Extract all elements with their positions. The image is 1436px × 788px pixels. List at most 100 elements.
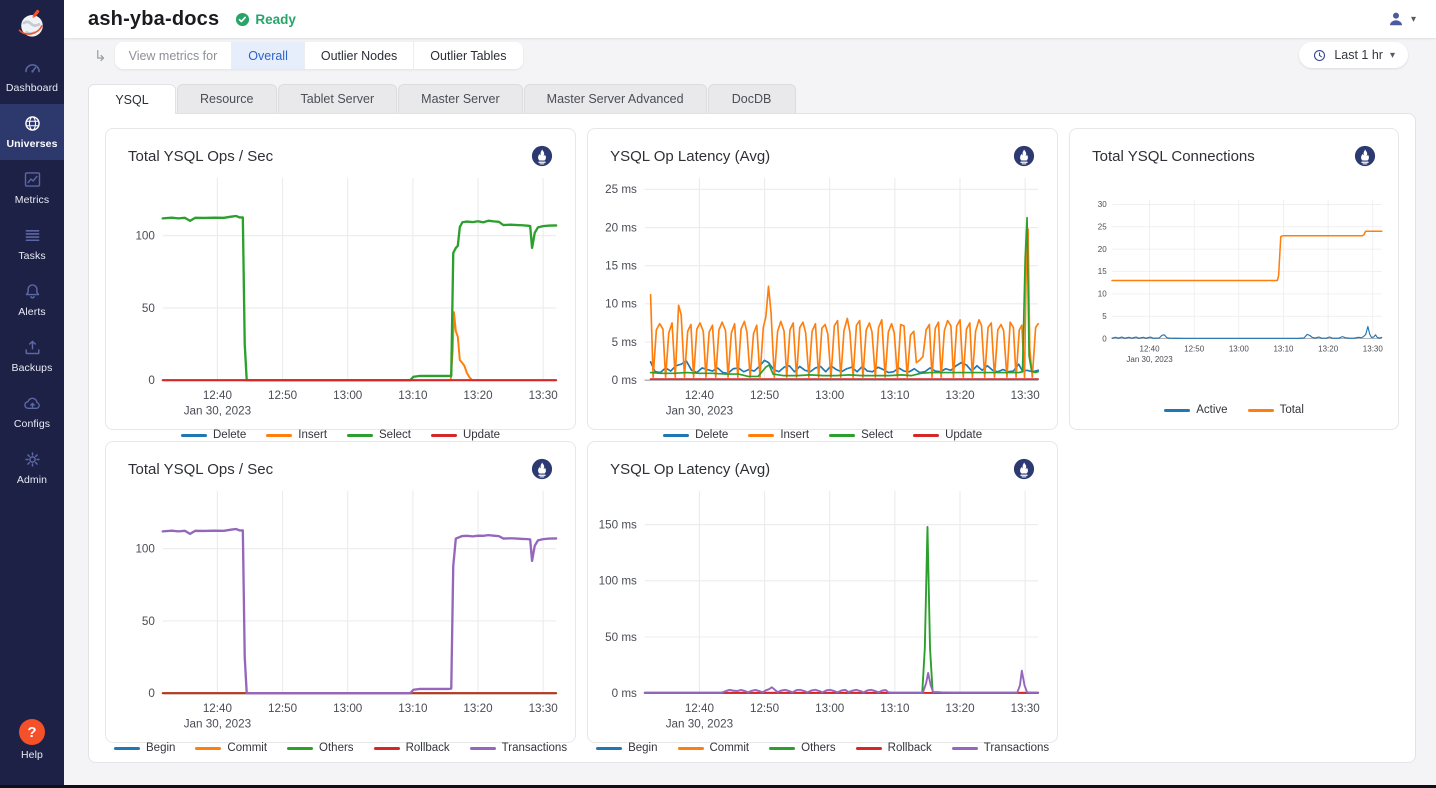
sidebar-item-universes[interactable]: Universes (0, 104, 64, 160)
chart-card-total-ysql-ops: Total YSQL Ops / Sec 12:40Jan 30, 202312… (105, 128, 576, 430)
status-badge: Ready (235, 12, 296, 27)
legend-item-update[interactable]: Update (913, 429, 982, 441)
legend-item-commit[interactable]: Commit (678, 742, 750, 754)
legend-swatch (195, 747, 221, 750)
legend-swatch (1164, 409, 1190, 412)
check-circle-icon (235, 12, 250, 27)
chart-title: YSQL Op Latency (Avg) (610, 461, 770, 478)
sidebar-item-configs[interactable]: Configs (0, 384, 64, 440)
legend-label: Transactions (502, 742, 567, 754)
sidebar-item-help[interactable]: ? Help (0, 710, 64, 771)
chart-plot[interactable]: 12:40Jan 30, 202312:5013:0013:1013:2013:… (596, 482, 1049, 742)
sidebar-item-dashboard[interactable]: Dashboard (0, 48, 64, 104)
page-title: ash-yba-docs (88, 8, 219, 31)
svg-text:13:10: 13:10 (398, 702, 428, 715)
tab-tablet-server[interactable]: Tablet Server (278, 84, 398, 113)
tab-ysql[interactable]: YSQL (88, 84, 176, 114)
svg-text:12:50: 12:50 (750, 702, 780, 715)
legend-item-total[interactable]: Total (1248, 404, 1304, 416)
tab-resource[interactable]: Resource (177, 84, 277, 113)
svg-text:0: 0 (148, 687, 155, 700)
legend-swatch (913, 434, 939, 437)
legend-item-others[interactable]: Others (769, 742, 836, 754)
tab-docdb[interactable]: DocDB (708, 84, 796, 113)
legend-item-begin[interactable]: Begin (114, 742, 175, 754)
svg-text:13:10: 13:10 (1274, 345, 1295, 354)
prometheus-icon[interactable] (1354, 145, 1376, 167)
legend-item-commit[interactable]: Commit (195, 742, 267, 754)
chart-plot[interactable]: 12:40Jan 30, 202312:5013:0013:1013:2013:… (596, 169, 1049, 429)
svg-text:13:30: 13:30 (1011, 702, 1041, 715)
charts-panel: Total YSQL Ops / Sec 12:40Jan 30, 202312… (88, 113, 1416, 763)
legend-swatch (663, 434, 689, 437)
legend-label: Delete (695, 429, 728, 441)
svg-text:Jan 30, 2023: Jan 30, 2023 (666, 718, 733, 731)
legend-label: Delete (213, 429, 246, 441)
chart-title: YSQL Op Latency (Avg) (610, 148, 770, 165)
legend-item-insert[interactable]: Insert (748, 429, 809, 441)
chart-card-total-ysql-ops-transactions: Total YSQL Ops / Sec 12:40Jan 30, 202312… (105, 441, 576, 743)
sidebar-item-metrics[interactable]: Metrics (0, 160, 64, 216)
svg-text:0: 0 (1102, 334, 1107, 343)
svg-text:Jan 30, 2023: Jan 30, 2023 (666, 405, 733, 418)
time-range-selector[interactable]: Last 1 hr ▾ (1299, 42, 1408, 68)
svg-text:50 ms: 50 ms (605, 631, 637, 644)
view-metrics-for-label: View metrics for (115, 42, 232, 69)
legend-item-rollback[interactable]: Rollback (856, 742, 932, 754)
tab-outlier-nodes[interactable]: Outlier Nodes (304, 42, 413, 69)
chart-title: Total YSQL Connections (1092, 148, 1255, 165)
tab-master-server-advanced[interactable]: Master Server Advanced (524, 84, 707, 113)
prometheus-icon[interactable] (531, 145, 553, 167)
chart-card-ysql-op-latency-transactions: YSQL Op Latency (Avg) 12:40Jan 30, 20231… (587, 441, 1058, 743)
legend-item-rollback[interactable]: Rollback (374, 742, 450, 754)
svg-text:Jan 30, 2023: Jan 30, 2023 (184, 405, 251, 418)
legend-item-select[interactable]: Select (829, 429, 893, 441)
prometheus-icon[interactable] (531, 458, 553, 480)
svg-text:13:30: 13:30 (1011, 389, 1041, 402)
legend-swatch (287, 747, 313, 750)
svg-text:13:30: 13:30 (529, 702, 559, 715)
svg-text:10 ms: 10 ms (605, 298, 637, 311)
legend-label: Commit (227, 742, 267, 754)
legend-label: Insert (780, 429, 809, 441)
chart-plot[interactable]: 12:40Jan 30, 202312:5013:0013:1013:2013:… (1078, 169, 1390, 397)
yugabyte-logo-icon[interactable] (0, 0, 64, 48)
legend-item-update[interactable]: Update (431, 429, 500, 441)
legend-item-begin[interactable]: Begin (596, 742, 657, 754)
legend-item-transactions[interactable]: Transactions (470, 742, 567, 754)
svg-text:12:50: 12:50 (1184, 345, 1205, 354)
prometheus-icon[interactable] (1013, 458, 1035, 480)
tab-outlier-tables[interactable]: Outlier Tables (413, 42, 522, 69)
legend-item-select[interactable]: Select (347, 429, 411, 441)
prometheus-icon[interactable] (1013, 145, 1035, 167)
sidebar-item-admin[interactable]: Admin (0, 440, 64, 496)
configs-icon (22, 393, 43, 414)
legend-swatch (952, 747, 978, 750)
legend-item-delete[interactable]: Delete (663, 429, 728, 441)
svg-text:20: 20 (1098, 245, 1107, 254)
alerts-icon (22, 281, 43, 302)
tab-master-server[interactable]: Master Server (398, 84, 523, 113)
svg-text:5 ms: 5 ms (612, 336, 637, 349)
svg-text:13:10: 13:10 (880, 389, 910, 402)
legend-item-delete[interactable]: Delete (181, 429, 246, 441)
sidebar-item-alerts[interactable]: Alerts (0, 272, 64, 328)
metric-category-tabs: YSQL Resource Tablet Server Master Serve… (88, 84, 1436, 113)
user-menu[interactable]: ▾ (1386, 9, 1416, 29)
tab-overall[interactable]: Overall (231, 42, 304, 69)
sidebar-item-tasks[interactable]: Tasks (0, 216, 64, 272)
chart-card-total-ysql-connections: Total YSQL Connections 12:40Jan 30, 2023… (1069, 128, 1399, 430)
legend-label: Others (319, 742, 354, 754)
legend-item-insert[interactable]: Insert (266, 429, 327, 441)
legend-item-active[interactable]: Active (1164, 404, 1227, 416)
sidebar-item-backups[interactable]: Backups (0, 328, 64, 384)
legend-swatch (769, 747, 795, 750)
legend-item-transactions[interactable]: Transactions (952, 742, 1049, 754)
legend-label: Rollback (888, 742, 932, 754)
return-arrow-icon: ↳ (94, 47, 107, 65)
legend-label: Commit (710, 742, 750, 754)
chart-plot[interactable]: 12:40Jan 30, 202312:5013:0013:1013:2013:… (114, 482, 567, 742)
svg-text:13:00: 13:00 (333, 702, 363, 715)
chart-plot[interactable]: 12:40Jan 30, 202312:5013:0013:1013:2013:… (114, 169, 567, 429)
legend-item-others[interactable]: Others (287, 742, 354, 754)
